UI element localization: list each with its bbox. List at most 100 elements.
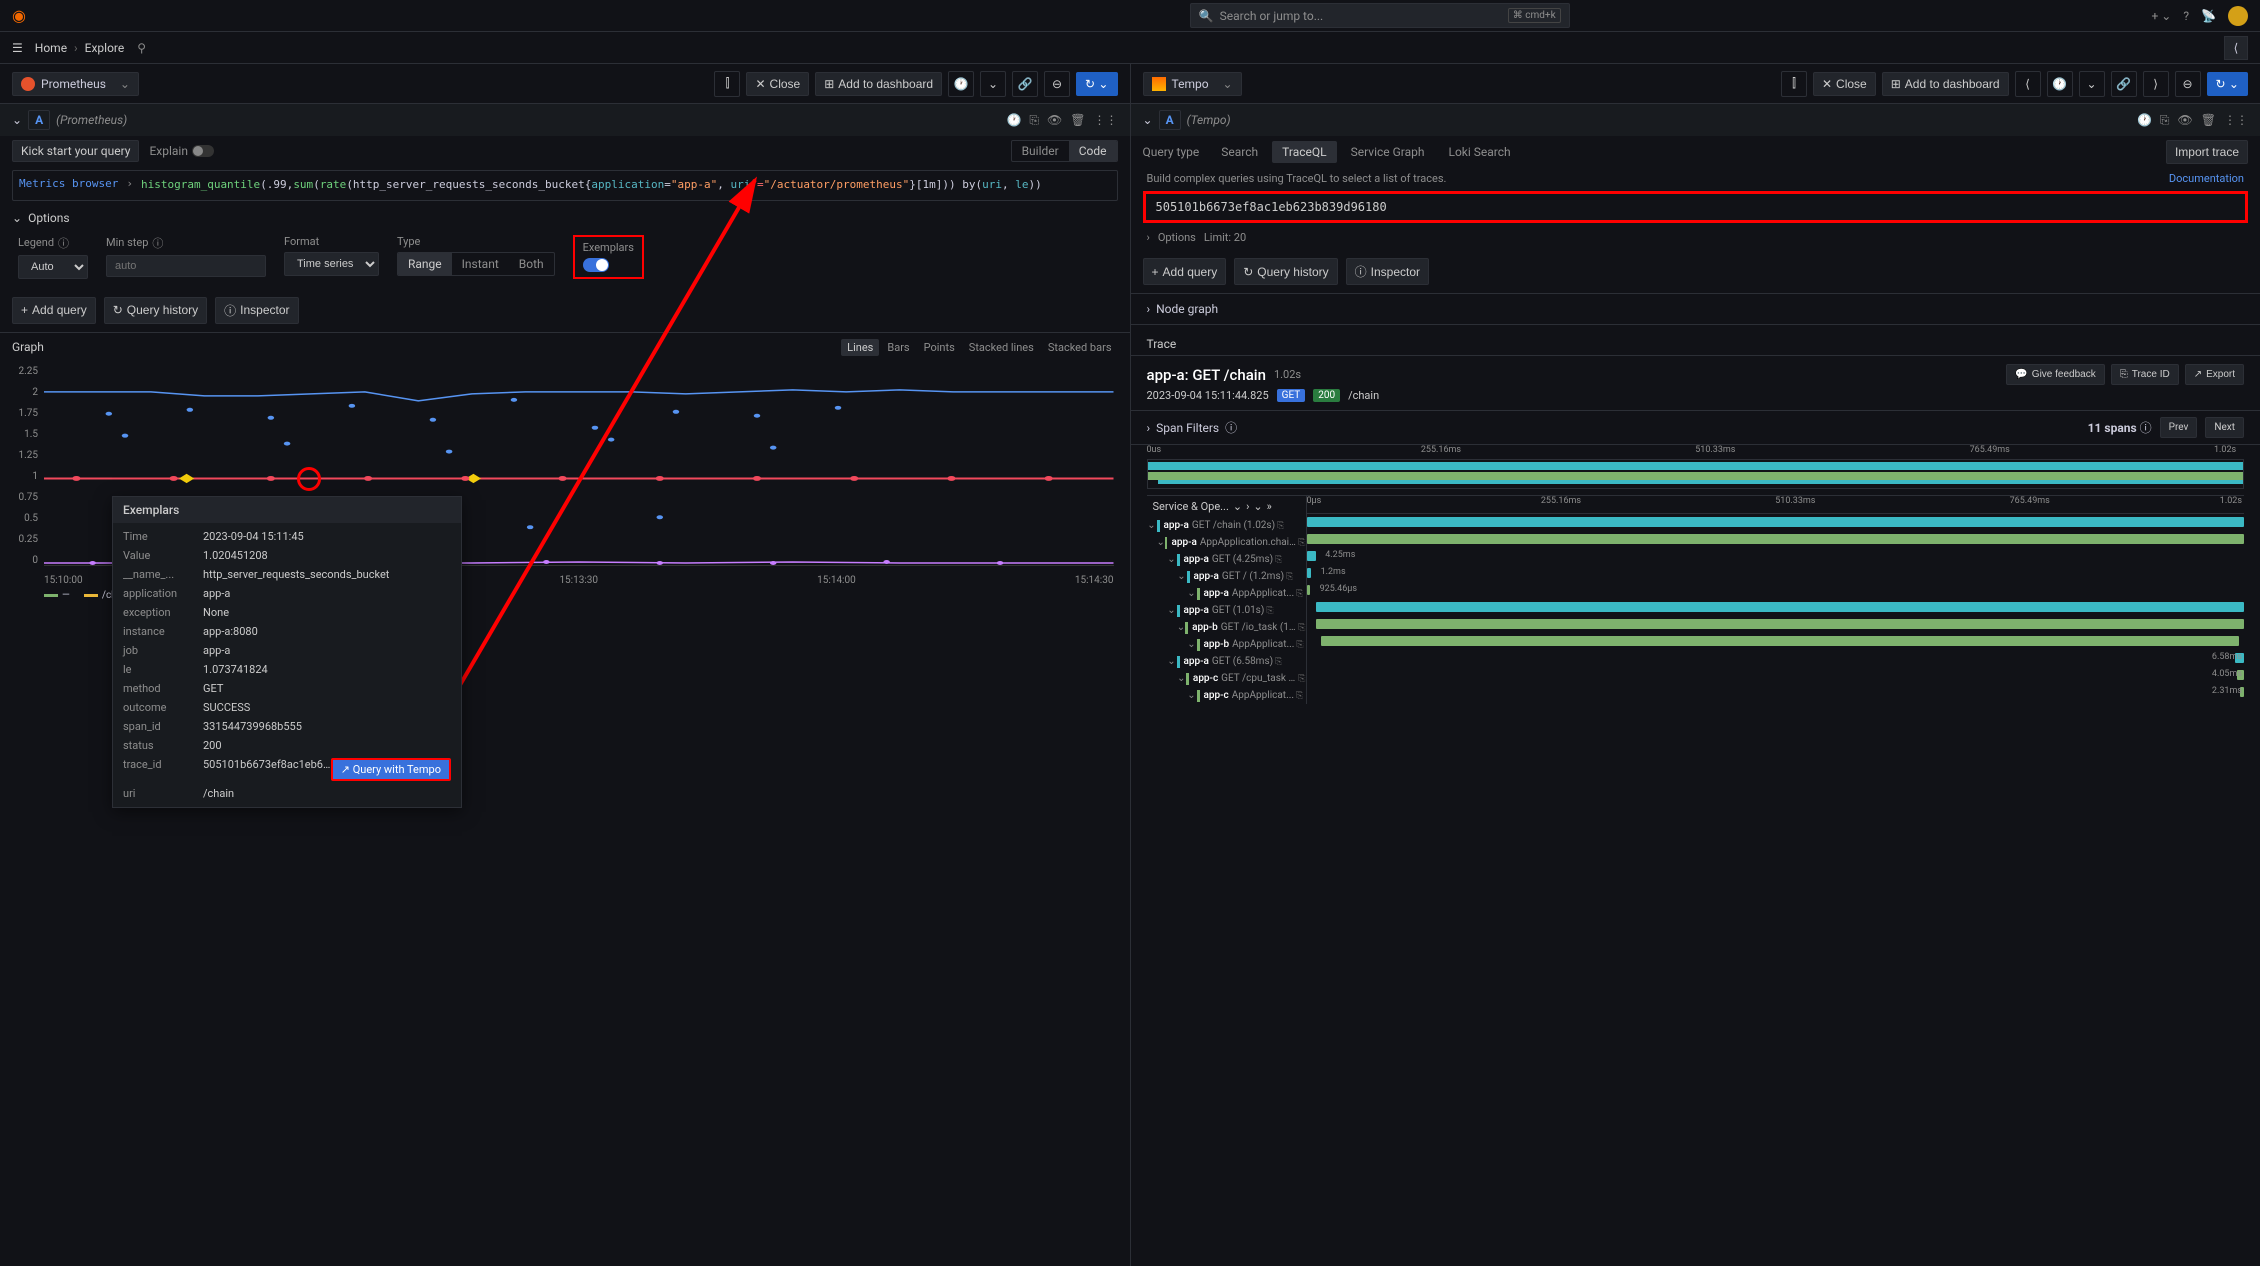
next-span[interactable]: Next (2205, 417, 2244, 438)
builder-tab[interactable]: Builder (1012, 141, 1069, 161)
timeline-row[interactable]: 4.05ms (1307, 667, 2245, 684)
copy-icon[interactable]: ⎘ (1029, 113, 1039, 128)
timeline-row[interactable] (1307, 531, 2245, 548)
viz-bars[interactable]: Bars (881, 339, 915, 356)
zoom-out-icon[interactable]: ⊖ (1044, 71, 1070, 97)
info-icon[interactable]: ⓘ (1225, 419, 1237, 436)
close-button[interactable]: ✕ Close (1813, 72, 1876, 96)
search-input[interactable]: 🔍 Search or jump to... ⌘ cmd+k (1190, 3, 1570, 28)
link-icon[interactable]: 🔗 (1012, 71, 1038, 97)
query-editor[interactable]: Metrics browser › histogram_quantile(.99… (12, 170, 1118, 201)
inspector-button[interactable]: ⓘ Inspector (1346, 258, 1429, 285)
timeline-row[interactable] (1307, 599, 2245, 616)
timeline-row[interactable]: 4.25ms (1307, 548, 2245, 565)
format-select[interactable]: Time series (284, 252, 379, 276)
options-toggle[interactable]: ⌄Options (0, 205, 1130, 231)
timeline-row[interactable]: 1.2ms (1307, 565, 2245, 582)
query-history-button[interactable]: ↻ Query history (104, 297, 207, 324)
span-row[interactable]: ⌄app-aGET /chain (1.02s)⎘ (1147, 517, 1306, 534)
run-button[interactable]: ↻ ⌄ (2207, 72, 2248, 96)
add-query-button[interactable]: + Add query (1143, 258, 1227, 285)
type-instant[interactable]: Instant (452, 253, 509, 275)
span-row[interactable]: ⌄app-cAppApplicat...⎘ (1147, 687, 1306, 704)
next-icon[interactable]: ⟩ (2143, 71, 2169, 97)
tempo-options[interactable]: ›OptionsLimit: 20 (1131, 225, 2260, 250)
close-button[interactable]: ✕ Close (746, 72, 809, 96)
span-row[interactable]: ⌄app-aGET / (1.2ms)⎘ (1147, 568, 1306, 585)
drag-icon[interactable]: ⋮⋮ (2224, 113, 2248, 128)
timeline-row[interactable]: 925.46μs (1307, 582, 2245, 599)
add-dashboard-button[interactable]: ⊞ Add to dashboard (1882, 72, 2009, 96)
type-range[interactable]: Range (398, 253, 452, 275)
tab-service-graph[interactable]: Service Graph (1341, 141, 1435, 163)
split-icon[interactable]: ⫿ (1781, 71, 1807, 97)
minimap[interactable] (1147, 459, 2245, 489)
menu-icon[interactable]: ☰ (12, 41, 23, 55)
time-icon[interactable]: 🕐 (2047, 71, 2073, 97)
run-button[interactable]: ↻ ⌄ (1076, 72, 1117, 96)
trace-id-button[interactable]: ⎘ Trace ID (2111, 364, 2179, 385)
traceql-input[interactable]: 505101b6673ef8ac1eb623b839d96180 (1143, 191, 2249, 223)
node-graph-row[interactable]: ›Node graph (1131, 293, 2260, 325)
link-icon[interactable]: 🔗 (2111, 71, 2137, 97)
kick-start-button[interactable]: Kick start your query (12, 140, 139, 162)
crumb-home[interactable]: Home (35, 41, 67, 55)
tab-search[interactable]: Search (1211, 141, 1268, 163)
query-history-button[interactable]: ↻ Query history (1234, 258, 1337, 285)
copy-icon[interactable]: ⎘ (2160, 113, 2170, 128)
add-icon[interactable]: + ⌄ (2152, 9, 2172, 23)
explain-toggle[interactable] (192, 145, 214, 157)
add-query-button[interactable]: + Add query (12, 297, 96, 324)
span-row[interactable]: ⌄app-aAppApplicat...⎘ (1147, 585, 1306, 602)
code-tab[interactable]: Code (1069, 141, 1117, 161)
time-icon[interactable]: 🕐 (948, 71, 974, 97)
zoom-out-icon[interactable]: ⊖ (2175, 71, 2201, 97)
span-row[interactable]: ⌄app-bGET /io_task (1.0...⎘ (1147, 619, 1306, 636)
type-both[interactable]: Both (509, 253, 554, 275)
datasource-picker[interactable]: Tempo (1143, 72, 1242, 96)
legend-item[interactable]: — (44, 590, 70, 601)
timeline-row[interactable]: 2.31ms (1307, 684, 2245, 701)
split-icon[interactable]: ⫿ (714, 71, 740, 97)
timeline-row[interactable] (1307, 633, 2245, 650)
feedback-button[interactable]: 💬 Give feedback (2006, 364, 2104, 385)
timeline-row[interactable] (1307, 616, 2245, 633)
legend-select[interactable]: Auto (18, 255, 88, 279)
crumb-explore[interactable]: Explore (85, 41, 125, 55)
span-row[interactable]: ⌄app-aAppApplication.chain (1...⎘ (1147, 534, 1306, 551)
datasource-picker[interactable]: Prometheus (12, 72, 139, 96)
documentation-link[interactable]: Documentation (2169, 172, 2244, 185)
timeline-row[interactable]: 6.58ms (1307, 650, 2245, 667)
span-row[interactable]: ⌄app-aGET (6.58ms)⎘ (1147, 653, 1306, 670)
type-segment[interactable]: Range Instant Both (397, 252, 555, 276)
delete-icon[interactable]: 🗑 (2201, 113, 2216, 128)
add-dashboard-button[interactable]: ⊞ Add to dashboard (815, 72, 942, 96)
span-row[interactable]: ⌄app-bAppApplicat...⎘ (1147, 636, 1306, 653)
prev-span[interactable]: Prev (2160, 417, 2198, 438)
eye-icon[interactable]: 👁 (1047, 113, 1062, 128)
viz-points[interactable]: Points (918, 339, 961, 356)
time-dropdown-icon[interactable]: ⌄ (2079, 71, 2105, 97)
minstep-input[interactable] (106, 255, 266, 277)
inspector-button[interactable]: ⓘ Inspector (215, 297, 298, 324)
delete-icon[interactable]: 🗑 (1070, 113, 1085, 128)
span-row[interactable]: ⌄app-aGET (1.01s)⎘ (1147, 602, 1306, 619)
viz-stacked-bars[interactable]: Stacked bars (1042, 339, 1118, 356)
query-letter[interactable]: A (1159, 110, 1181, 130)
service-header[interactable]: Service & Ope... ⌄›⌄» (1147, 496, 1306, 517)
avatar[interactable] (2228, 6, 2248, 26)
query-code[interactable]: histogram_quantile(.99,sum(rate(http_ser… (141, 177, 1042, 194)
timeline-row[interactable] (1307, 514, 2245, 531)
import-trace-button[interactable]: Import trace (2166, 140, 2248, 164)
viz-lines[interactable]: Lines (841, 339, 879, 356)
eye-icon[interactable]: 👁 (2178, 113, 2193, 128)
editor-mode-toggle[interactable]: Builder Code (1011, 140, 1118, 162)
news-icon[interactable]: 📡 (2201, 9, 2216, 23)
tab-traceql[interactable]: TraceQL (1272, 141, 1336, 163)
export-button[interactable]: ↗ Export (2185, 364, 2244, 385)
query-letter[interactable]: A (28, 110, 50, 130)
history-icon[interactable]: 🕐 (1006, 113, 1021, 128)
drag-icon[interactable]: ⋮⋮ (1094, 113, 1118, 128)
tab-loki-search[interactable]: Loki Search (1439, 141, 1521, 163)
metrics-browser[interactable]: Metrics browser (19, 177, 118, 194)
